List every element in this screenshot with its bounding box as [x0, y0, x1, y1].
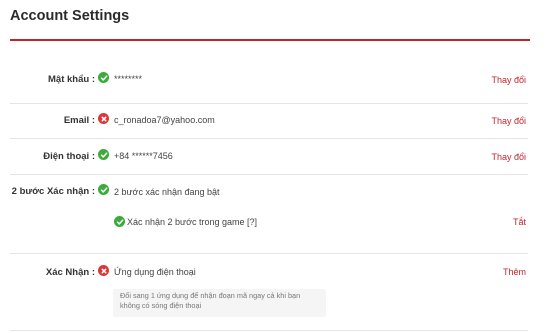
disable-two-step-link[interactable]: Tắt	[513, 217, 526, 227]
page-title: Account Settings	[10, 8, 130, 24]
check-circle-icon	[98, 149, 109, 160]
check-circle-icon	[114, 216, 125, 227]
phone-label: Điện thoại :	[43, 151, 95, 162]
email-value: c_ronadoa7@yahoo.com	[114, 115, 215, 125]
change-password-link[interactable]: Thay đổi	[491, 75, 526, 85]
two-step-value: 2 bước xác nhận đang bật	[114, 187, 220, 197]
password-label: Mật khẩu :	[48, 74, 95, 85]
row-divider	[10, 138, 528, 139]
two-step-label: 2 bước Xác nhận :	[11, 186, 95, 197]
x-circle-icon	[98, 265, 109, 276]
row-divider	[10, 174, 528, 175]
row-divider	[10, 330, 528, 331]
title-divider	[10, 39, 530, 41]
account-settings-page: Account Settings Mật khẩu : ******** Tha…	[0, 0, 546, 333]
check-circle-icon	[98, 72, 109, 83]
verify-hint: Đổi sang 1 ứng dụng để nhận đoạn mã ngay…	[113, 289, 326, 317]
verify-hint-line: Đổi sang 1 ứng dụng để nhận đoạn mã ngay…	[120, 291, 301, 300]
verify-hint-line: không có sóng điện thoại	[120, 301, 202, 310]
add-verify-app-link[interactable]: Thêm	[503, 267, 526, 277]
email-label: Email :	[63, 115, 95, 126]
password-value: ********	[114, 74, 143, 84]
change-phone-link[interactable]: Thay đổi	[491, 152, 526, 162]
row-divider	[10, 253, 528, 254]
verify-label: Xác Nhận :	[45, 267, 95, 278]
phone-value: +84 ******7456	[114, 151, 173, 161]
change-email-link[interactable]: Thay đổi	[491, 116, 526, 126]
in-game-two-step-value[interactable]: Xác nhận 2 bước trong game [?]	[127, 217, 257, 227]
row-divider	[10, 103, 528, 104]
x-circle-icon	[98, 113, 109, 124]
verify-value: Ứng dụng điện thoại	[114, 267, 196, 277]
check-circle-icon	[98, 184, 109, 195]
